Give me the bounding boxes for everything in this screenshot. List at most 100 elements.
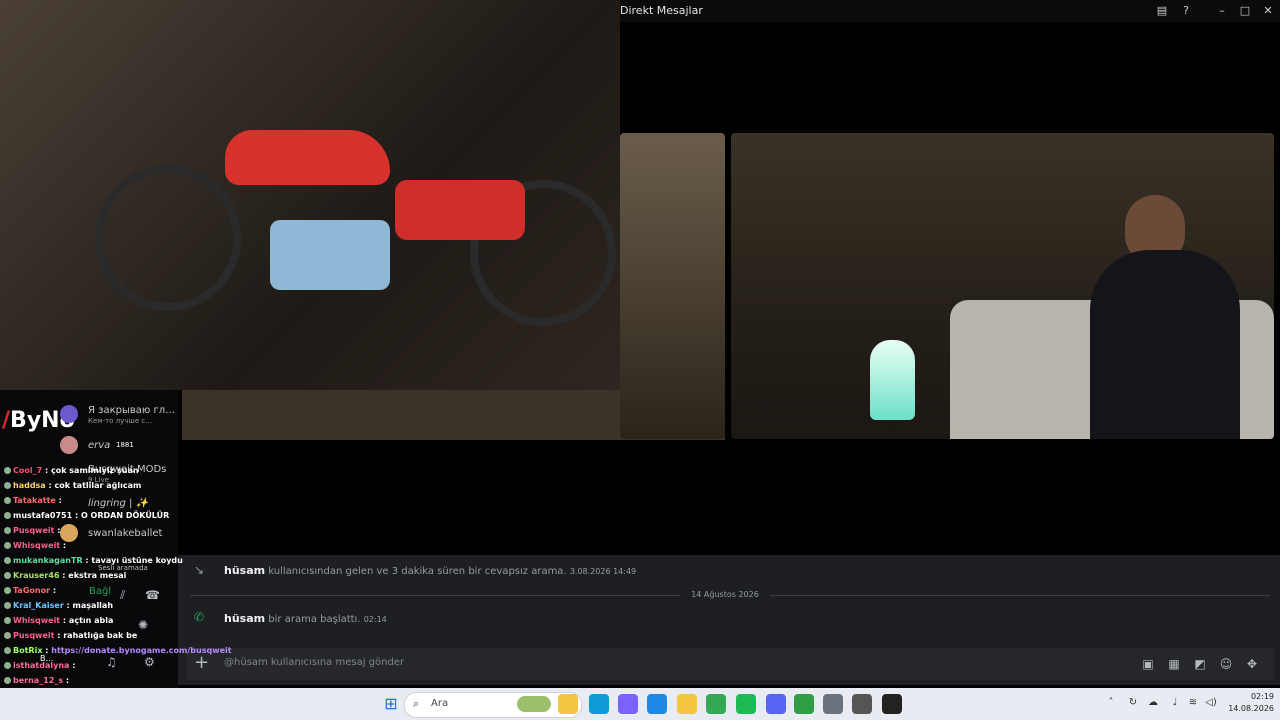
chat-line: Kral_Kaiser : maşallah	[4, 601, 113, 610]
gear-icon[interactable]: ⚙	[144, 655, 155, 669]
minimize-icon[interactable]: –	[1214, 3, 1230, 19]
edge-icon[interactable]	[589, 694, 609, 714]
chat-username[interactable]: berna_12_s	[13, 676, 63, 685]
chat-separator: :	[60, 616, 69, 625]
chat-username[interactable]: Tatakatte	[13, 496, 56, 505]
chat-username[interactable]: mukankaganTR	[13, 556, 83, 565]
settings-app-icon[interactable]	[823, 694, 843, 714]
search-label: Ara	[431, 698, 449, 709]
missed-call-user[interactable]: hüsam	[224, 564, 265, 577]
date-divider: 14 Ağustos 2026	[691, 590, 759, 599]
avatar[interactable]	[60, 436, 78, 454]
help-icon[interactable]: ?	[1178, 3, 1194, 19]
taskbar-search[interactable]: ⌕ Ara	[404, 692, 582, 718]
copilot-icon[interactable]	[618, 694, 638, 714]
chevron-up-icon[interactable]: ˄	[1104, 696, 1118, 710]
activity-icon[interactable]: ✺	[138, 618, 148, 632]
call-started-message: hüsam bir arama başlattı. 02:14	[224, 612, 387, 625]
sticker-icon[interactable]: ◩	[1192, 656, 1208, 672]
missed-call-time: 3.08.2026 14:49	[569, 567, 637, 576]
avatar[interactable]	[60, 524, 78, 542]
voice-user-name: lingring | ✨	[88, 498, 148, 509]
discord-icon[interactable]	[766, 694, 786, 714]
folder-icon[interactable]	[677, 694, 697, 714]
chrome-icon[interactable]	[706, 694, 726, 714]
chat-username[interactable]: TaGonor	[13, 586, 50, 595]
call-started-user[interactable]: hüsam	[224, 612, 265, 625]
voice-user-name: Я закрываю гл…	[88, 405, 176, 416]
obs-icon[interactable]	[882, 694, 902, 714]
video-tile-husam[interactable]	[731, 133, 1274, 439]
window-title: Direkt Mesajlar	[620, 4, 703, 17]
wifi-icon[interactable]: ≋	[1186, 696, 1200, 710]
motorcycle-front-wheel	[95, 165, 241, 311]
chat-line: haddsa : cok tatlilar ağlıcam	[4, 481, 141, 490]
chat-username[interactable]: Whisqweit	[13, 541, 60, 550]
chat-username[interactable]: haddsa	[13, 481, 46, 490]
chat-badge-icon	[4, 587, 11, 594]
missed-call-text: kullanıcısından gelen ve 3 dakika süren …	[268, 566, 567, 577]
emoji-icon[interactable]: ☺	[1218, 656, 1234, 672]
chat-username[interactable]: Kral_Kaiser	[13, 601, 64, 610]
gift-icon[interactable]: ▣	[1140, 656, 1156, 672]
chat-badge-icon	[4, 617, 11, 624]
gif-icon[interactable]: ▦	[1166, 656, 1182, 672]
chat-line: mustafa0751 : O ORDAN DÖKÜLÜR	[4, 511, 169, 520]
message-input[interactable]: @hüsam kullanıcısına mesaj gönder	[224, 657, 404, 668]
cloud-icon[interactable]: ☁	[1146, 696, 1160, 710]
check-app-icon[interactable]	[794, 694, 814, 714]
connection-status: Bağl	[89, 586, 112, 597]
chat-message: https://donate.bynogame.com/busqweit	[51, 646, 232, 655]
desk-lamp	[870, 340, 915, 420]
microphone-icon[interactable]: ♩	[1168, 696, 1182, 710]
chat-message: ekstra mesai	[68, 571, 127, 580]
chat-username[interactable]: Krauser46	[13, 571, 60, 580]
chat-separator: :	[54, 526, 61, 535]
avatar[interactable]	[60, 405, 78, 423]
chat-badge-icon	[4, 572, 11, 579]
search-icon: ⌕	[413, 697, 420, 710]
file-explorer-icon[interactable]	[558, 694, 578, 714]
chat-username[interactable]: isthatdalyna	[13, 661, 69, 670]
voice-user-status: Кем-то лучше с…	[88, 417, 153, 425]
spotify-icon[interactable]	[736, 694, 756, 714]
chat-separator: :	[72, 511, 81, 520]
chat-message: maşallah	[72, 601, 114, 610]
apps-icon[interactable]: ✥	[1244, 656, 1260, 672]
chat-line: isthatdalyna :	[4, 661, 75, 670]
chat-separator: :	[63, 601, 73, 610]
store-icon[interactable]	[647, 694, 667, 714]
chat-message: rahatlığa bak be	[63, 631, 138, 640]
chat-badge-icon	[4, 512, 11, 519]
inbox-icon[interactable]: ▤	[1154, 3, 1170, 19]
hangup-icon[interactable]: ☎	[145, 588, 160, 602]
chat-separator: :	[55, 496, 62, 505]
chat-username[interactable]: Pusqweit	[13, 526, 54, 535]
volume-icon[interactable]: ◁)	[1204, 696, 1218, 710]
chat-username[interactable]: Pusqweit	[13, 631, 54, 640]
chat-badge-icon	[4, 647, 11, 654]
chat-line: mukankaganTR : tavayı üstüne koydu	[4, 556, 183, 565]
start-icon[interactable]: ⊞	[381, 694, 401, 714]
maximize-icon[interactable]: □	[1237, 3, 1253, 19]
chat-message: tavayı üstüne koydu	[91, 556, 183, 565]
chat-separator: :	[69, 661, 76, 670]
chat-badge-icon	[4, 557, 11, 564]
noise-suppression-icon[interactable]: ⫽	[120, 588, 125, 603]
attach-plus-icon[interactable]: +	[194, 652, 209, 673]
chat-username[interactable]: BotRix	[13, 646, 42, 655]
headphones-icon[interactable]: ♫	[106, 655, 117, 669]
chat-username[interactable]: Whisqweit	[13, 616, 60, 625]
message-composer[interactable]: + @hüsam kullanıcısına mesaj gönder ▣ ▦ …	[186, 648, 1274, 680]
motorcycle-tank	[225, 130, 390, 185]
chat-username[interactable]: mustafa0751	[13, 511, 72, 520]
chat-line: Pusqweit :	[4, 526, 60, 535]
taskbar-clock[interactable]: 02:19 14.08.2026	[1218, 691, 1274, 715]
gear-icon[interactable]	[852, 694, 872, 714]
chat-line: Cool_7 : çok samimiyiz şuan	[4, 466, 139, 475]
video-tile-middle[interactable]	[620, 133, 725, 439]
chat-username[interactable]: Cool_7	[13, 466, 42, 475]
sync-icon[interactable]: ↻	[1126, 696, 1140, 710]
close-icon[interactable]: ✕	[1260, 3, 1276, 19]
call-started-time: 02:14	[363, 615, 387, 624]
